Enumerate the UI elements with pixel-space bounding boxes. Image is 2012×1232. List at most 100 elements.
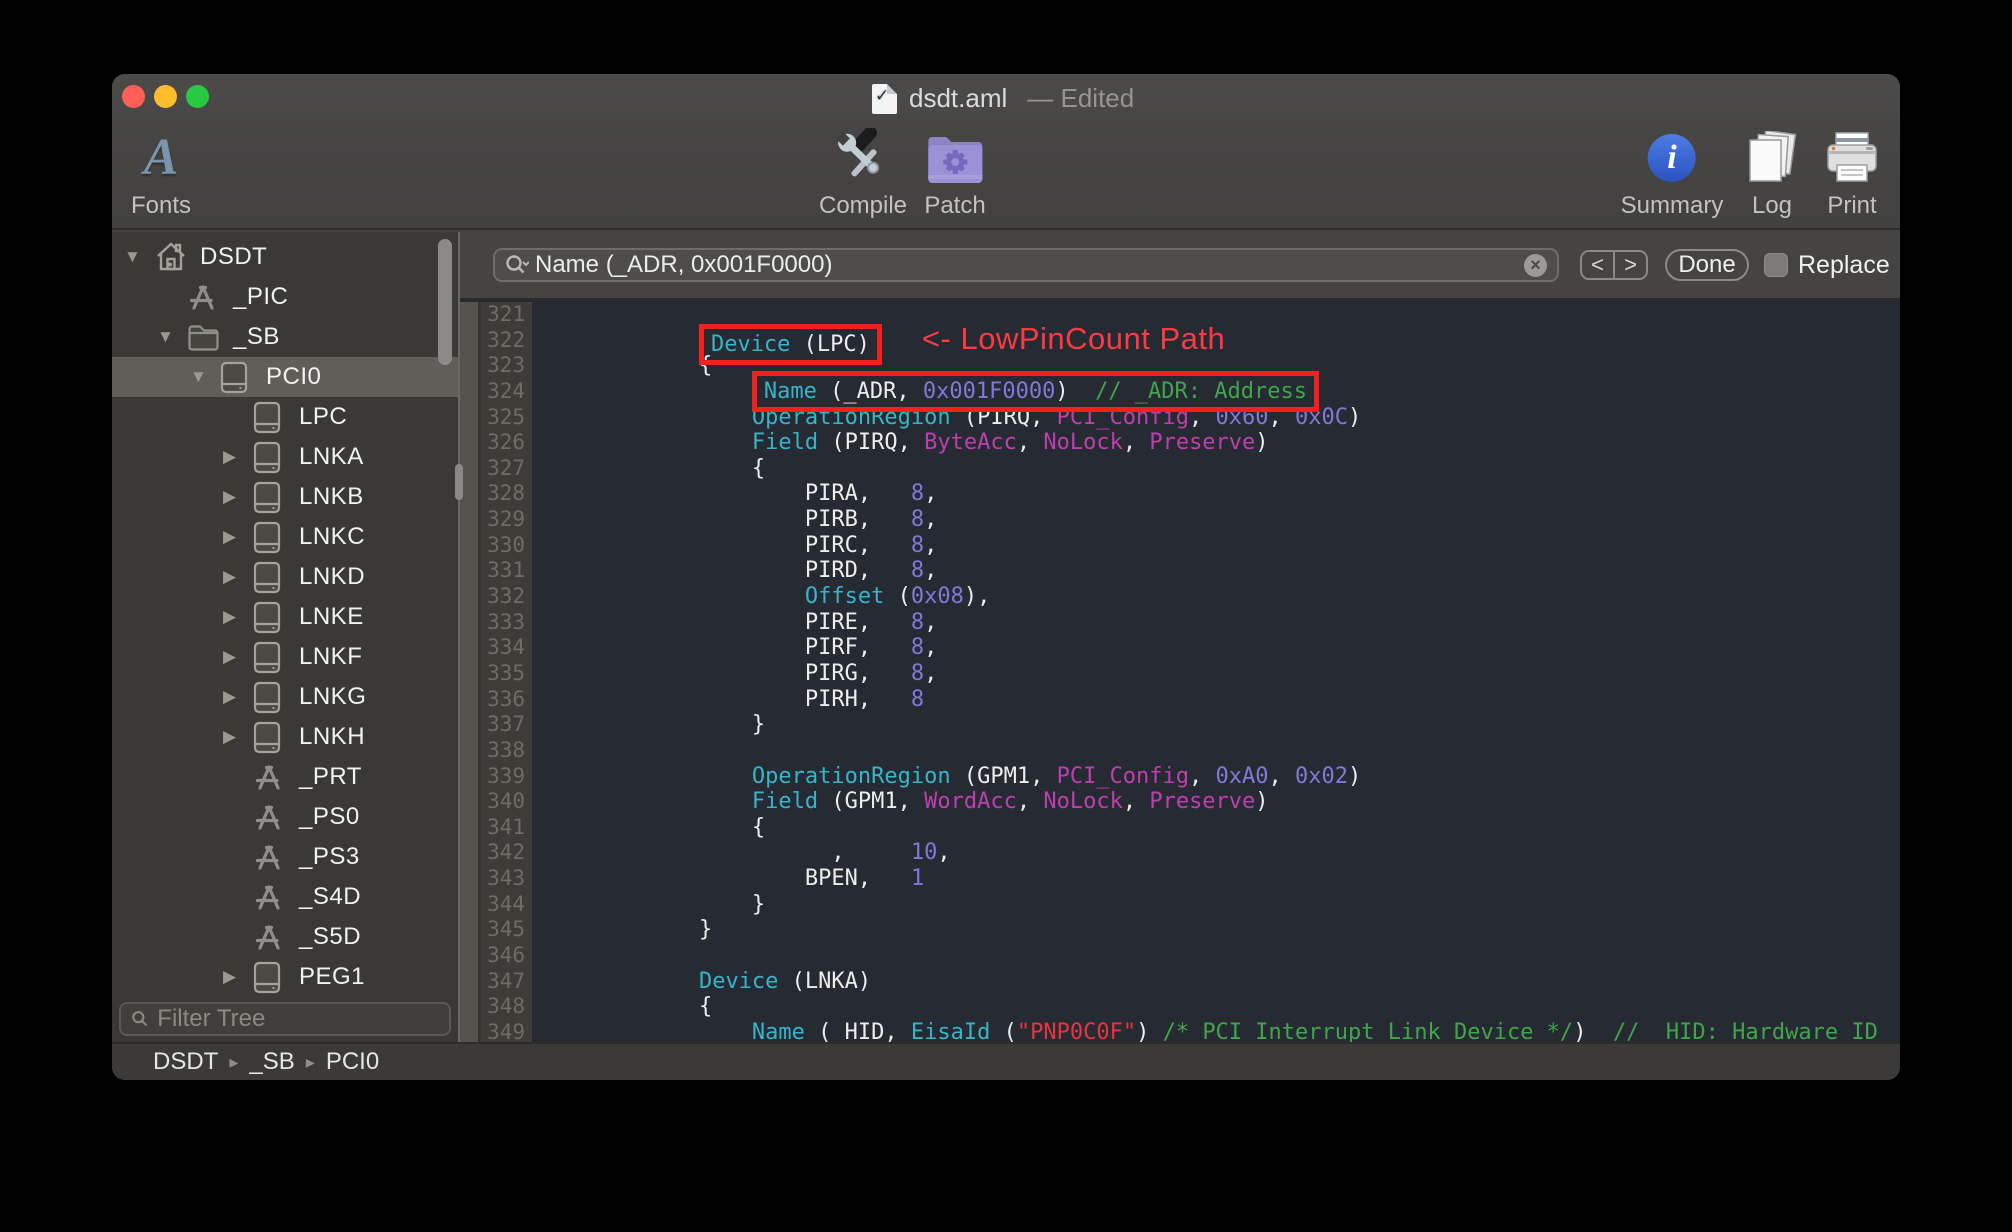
line-number: 322: [487, 327, 525, 352]
annotation-highlight-box: Name (_ADR, 0x001F0000) // _ADR: Address: [751, 370, 1319, 412]
sidebar-item-label: _PS3: [299, 843, 360, 870]
line-number: 329: [487, 507, 525, 532]
line-number: 336: [487, 686, 525, 711]
disclosure-closed-icon[interactable]: ▶: [223, 727, 245, 747]
code-line-content: Name (_ADR, 0x001F0000) // _ADR: Address: [532, 370, 1900, 412]
line-number: 344: [487, 891, 525, 916]
breadcrumb-separator-icon: ▸: [305, 1051, 315, 1072]
method-icon: [253, 841, 287, 873]
folder-icon: [187, 323, 221, 351]
sidebar-item-lpc[interactable]: LPC: [112, 397, 458, 437]
sidebar-item-_s5d[interactable]: _S5D: [112, 917, 458, 957]
code-editor[interactable]: 321 322 Device (LPC) <- LowPinCount Path 32…: [460, 302, 1900, 1042]
search-icon: [132, 1011, 148, 1027]
code-line: 328 PIRA, 8,: [460, 481, 1900, 507]
patch-button[interactable]: Patch: [924, 126, 986, 220]
sidebar-item-lnkf[interactable]: ▶ LNKF: [112, 637, 458, 677]
line-number: 332: [487, 584, 525, 609]
device-icon: [253, 961, 287, 994]
sidebar-item-_ps0[interactable]: _PS0: [112, 797, 458, 837]
sidebar-item-lnkd[interactable]: ▶ LNKD: [112, 557, 458, 597]
code-line-content: Device (LPC) <- LowPinCount Path: [532, 323, 1900, 365]
search-field[interactable]: ×: [493, 248, 1559, 282]
code-line: 342 , 10,: [460, 840, 1900, 866]
sidebar-scrollbar[interactable]: [438, 239, 452, 365]
sidebar-item-_s4d[interactable]: _S4D: [112, 877, 458, 917]
line-number: 340: [487, 789, 525, 814]
sidebar-item-pci0[interactable]: ▼ PCI0: [112, 357, 458, 397]
disclosure-open-icon[interactable]: ▼: [190, 367, 212, 387]
code-line: 344 }: [460, 892, 1900, 918]
line-number: 342: [487, 840, 525, 865]
line-number: 327: [487, 455, 525, 480]
done-button[interactable]: Done: [1665, 249, 1749, 281]
sidebar-item-_ps3[interactable]: _PS3: [112, 837, 458, 877]
code-line-content: OperationRegion (GPM1, PCI_Config, 0xA0,…: [751, 763, 1362, 789]
line-number: 335: [487, 660, 525, 685]
find-previous-button[interactable]: <: [1582, 252, 1615, 278]
disclosure-closed-icon[interactable]: ▶: [223, 607, 245, 627]
disclosure-closed-icon[interactable]: ▶: [223, 487, 245, 507]
sidebar-item-_sb[interactable]: ▼ _SB: [112, 317, 458, 357]
code-line: 335 PIRG, 8,: [460, 661, 1900, 687]
disclosure-open-icon[interactable]: ▼: [124, 247, 146, 267]
sidebar-item-dsdt[interactable]: ▼ DSDT: [112, 237, 458, 277]
code-line: 341 {: [460, 815, 1900, 841]
sidebar-item-lnke[interactable]: ▶ LNKE: [112, 597, 458, 637]
code-line: 339 OperationRegion (GPM1, PCI_Config, 0…: [460, 764, 1900, 790]
disclosure-closed-icon[interactable]: ▶: [223, 567, 245, 587]
splitter-handle-icon[interactable]: [455, 464, 463, 500]
compile-button[interactable]: Compile: [819, 126, 907, 220]
search-input[interactable]: [535, 251, 1518, 279]
sidebar-item-lnkc[interactable]: ▶ LNKC: [112, 517, 458, 557]
summary-info-icon: i: [1648, 126, 1696, 190]
sidebar-item-lnka[interactable]: ▶ LNKA: [112, 437, 458, 477]
sidebar-item-label: _SB: [233, 323, 280, 350]
code-line: 347 Device (LNKA): [460, 969, 1900, 995]
replace-checkbox[interactable]: [1764, 253, 1788, 277]
breadcrumb-item[interactable]: _SB: [249, 1048, 294, 1076]
code-line: 332 Offset (0x08),: [460, 584, 1900, 610]
sidebar-item-peg1[interactable]: ▶ PEG1: [112, 957, 458, 997]
sidebar-item-label: PEG1: [299, 963, 366, 990]
device-icon: [253, 601, 287, 634]
log-button[interactable]: Log: [1745, 126, 1799, 220]
code-line: 349 Name (_HID, EisaId ("PNP0C0F") /* PC…: [460, 1020, 1900, 1042]
sidebar-item-_prt[interactable]: _PRT: [112, 757, 458, 797]
zoom-button[interactable]: [186, 85, 209, 108]
print-button[interactable]: Print: [1824, 126, 1880, 220]
sidebar-item-lnkh[interactable]: ▶ LNKH: [112, 717, 458, 757]
sidebar-item-label: LNKA: [299, 443, 364, 470]
find-next-button[interactable]: >: [1615, 252, 1646, 278]
disclosure-closed-icon[interactable]: ▶: [223, 647, 245, 667]
sidebar-item-lnkb[interactable]: ▶ LNKB: [112, 477, 458, 517]
sidebar-item-label: DSDT: [200, 243, 268, 270]
breadcrumb-item[interactable]: DSDT: [153, 1048, 218, 1076]
fonts-button[interactable]: A Fonts: [131, 126, 191, 220]
summary-button[interactable]: i Summary: [1621, 126, 1723, 220]
sidebar-item-label: LNKD: [299, 563, 366, 590]
code-line-content: {: [698, 994, 713, 1020]
close-button[interactable]: [122, 85, 145, 108]
disclosure-closed-icon[interactable]: ▶: [223, 687, 245, 707]
search-menu-icon[interactable]: [505, 254, 529, 276]
disclosure-closed-icon[interactable]: ▶: [223, 967, 245, 987]
document-icon: [872, 83, 897, 114]
disclosure-closed-icon[interactable]: ▶: [223, 447, 245, 467]
code-line: 334 PIRF, 8,: [460, 635, 1900, 661]
code-line: 345 }: [460, 917, 1900, 943]
sidebar-item-label: PCI0: [266, 363, 322, 390]
disclosure-open-icon[interactable]: ▼: [157, 327, 179, 347]
device-icon: [253, 441, 287, 474]
filter-tree-input[interactable]: [157, 1005, 439, 1033]
breadcrumb-item[interactable]: PCI0: [326, 1048, 379, 1076]
document-title: dsdt.aml: [909, 83, 1008, 113]
minimize-button[interactable]: [154, 85, 177, 108]
clear-search-icon[interactable]: ×: [1524, 253, 1547, 277]
sidebar-item-lnkg[interactable]: ▶ LNKG: [112, 677, 458, 717]
patch-folder-icon: [926, 126, 984, 190]
disclosure-closed-icon[interactable]: ▶: [223, 527, 245, 547]
device-icon: [220, 361, 254, 394]
toolbar: A Fonts Compile Patch i Summary Log Prin…: [112, 120, 1900, 230]
sidebar-item-_pic[interactable]: _PIC: [112, 277, 458, 317]
